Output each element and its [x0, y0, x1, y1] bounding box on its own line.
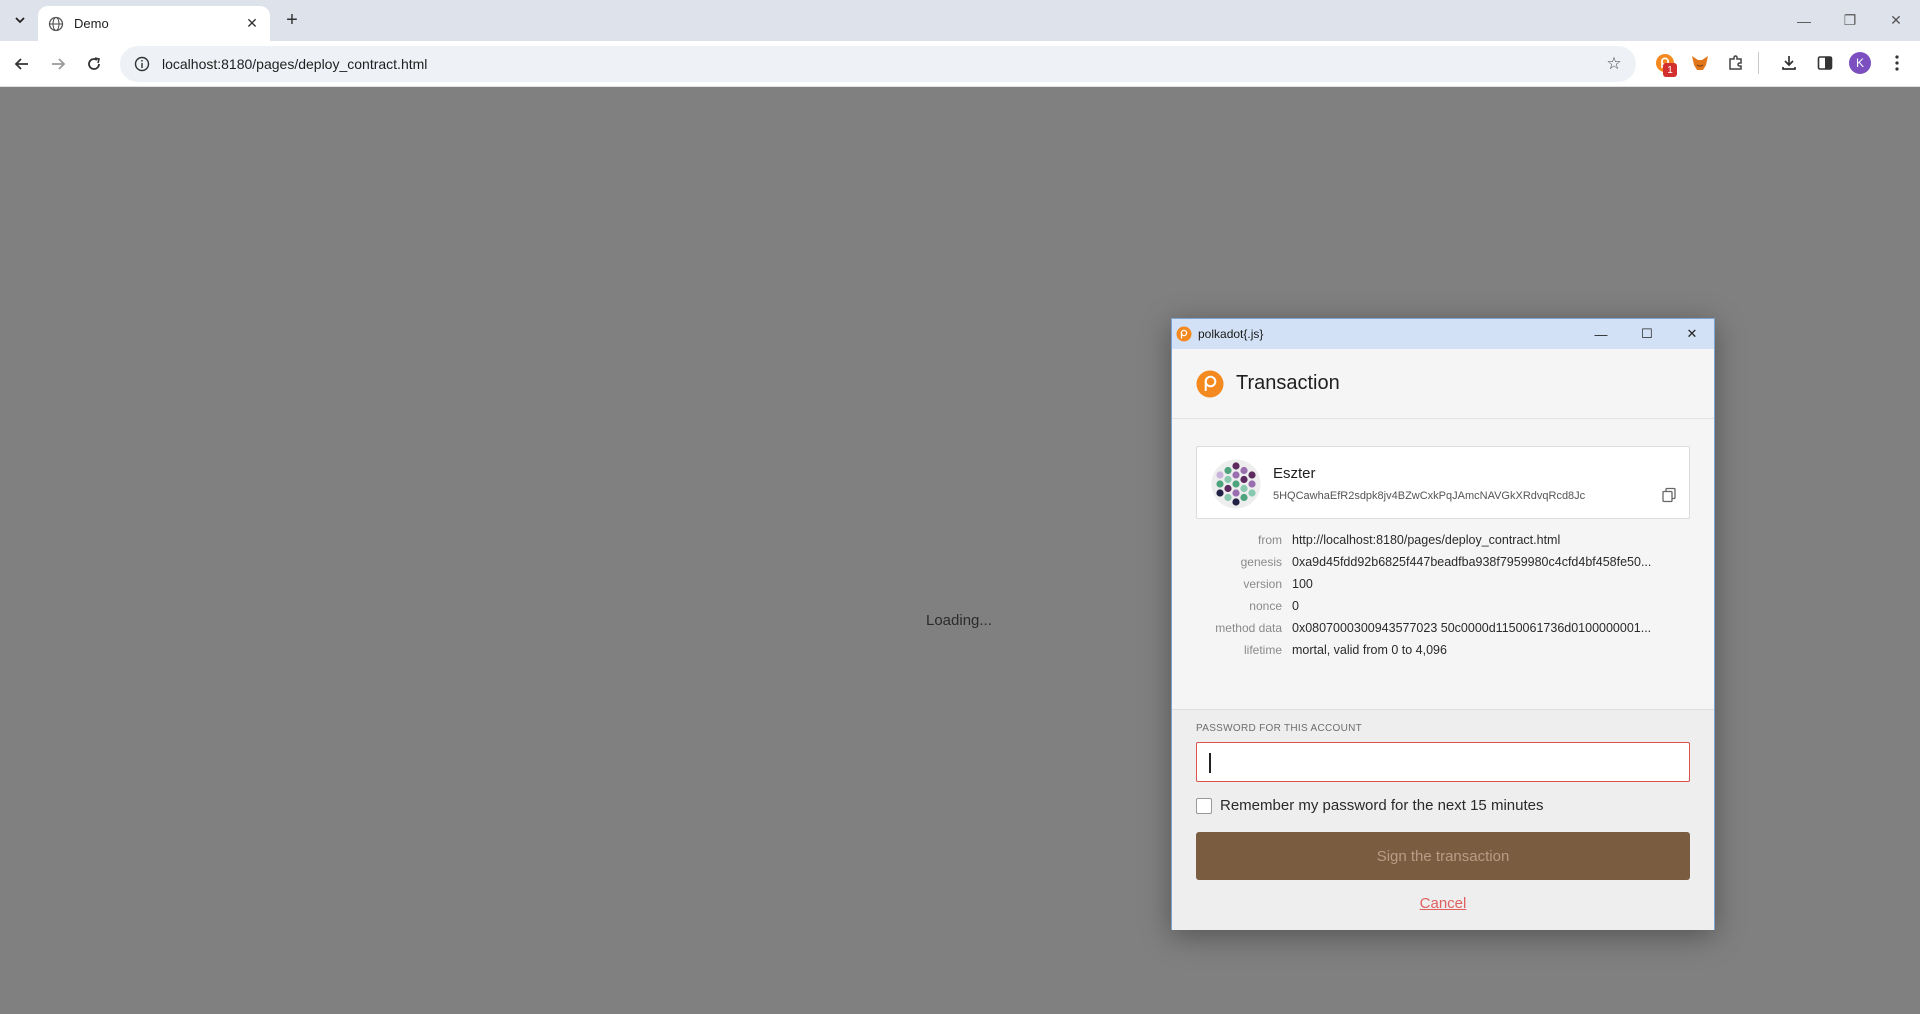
- cancel-link[interactable]: Cancel: [1172, 895, 1714, 912]
- remember-label: Remember my password for the next 15 min…: [1220, 797, 1544, 814]
- detail-row-from: from http://localhost:8180/pages/deploy_…: [1196, 529, 1696, 551]
- extensions-puzzle-icon[interactable]: [1723, 50, 1749, 76]
- close-tab-icon[interactable]: ✕: [244, 15, 260, 32]
- forward-icon[interactable]: [44, 50, 72, 78]
- detail-value: 0: [1292, 599, 1299, 613]
- tab-title: Demo: [74, 16, 109, 31]
- remember-password-option[interactable]: Remember my password for the next 15 min…: [1196, 797, 1543, 814]
- bookmark-star-icon[interactable]: ☆: [1604, 54, 1624, 74]
- address-bar[interactable]: localhost:8180/pages/deploy_contract.htm…: [120, 46, 1636, 82]
- polkadot-small-icon: [1176, 326, 1192, 342]
- account-name: Eszter: [1273, 465, 1316, 482]
- popup-titlebar: polkadot{.js} — ☐ ✕: [1172, 319, 1714, 349]
- password-field[interactable]: [1196, 742, 1690, 782]
- browser-menu-icon[interactable]: [1884, 50, 1910, 76]
- active-tab[interactable]: Demo ✕: [38, 6, 270, 41]
- polkadot-popup-window: polkadot{.js} — ☐ ✕ Transaction Eszter 5…: [1171, 318, 1715, 930]
- detail-value: http://localhost:8180/pages/deploy_contr…: [1292, 533, 1561, 547]
- sign-button-label: Sign the transaction: [1376, 847, 1510, 865]
- password-label: PASSWORD FOR THIS ACCOUNT: [1196, 723, 1363, 734]
- url-text: localhost:8180/pages/deploy_contract.htm…: [162, 56, 428, 72]
- site-info-icon[interactable]: [132, 54, 152, 74]
- account-card: Eszter 5HQCawhaEfR2sdpk8jv4BZwCxkPqJAmcN…: [1196, 446, 1690, 519]
- profile-avatar[interactable]: K: [1849, 52, 1871, 74]
- detail-label: lifetime: [1243, 643, 1282, 657]
- copy-icon[interactable]: [1661, 487, 1677, 503]
- new-tab-icon[interactable]: +: [280, 8, 304, 32]
- detail-value: 0xa9d45fdd92b6825f447beadfba938f7959980c…: [1292, 555, 1652, 569]
- popup-close-icon[interactable]: ✕: [1669, 319, 1715, 349]
- detail-label: genesis: [1240, 555, 1282, 569]
- sign-transaction-button[interactable]: Sign the transaction: [1196, 832, 1690, 880]
- detail-label: method data: [1215, 621, 1282, 635]
- signing-footer: PASSWORD FOR THIS ACCOUNT Remember my pa…: [1172, 709, 1714, 930]
- back-icon[interactable]: [8, 50, 36, 78]
- transaction-details: from http://localhost:8180/pages/deploy_…: [1196, 529, 1696, 661]
- globe-icon: [48, 16, 64, 31]
- popup-window-title: polkadot{.js}: [1198, 327, 1264, 341]
- detail-row-nonce: nonce 0: [1196, 595, 1696, 617]
- metamask-fox-icon[interactable]: [1687, 50, 1713, 76]
- detail-label: from: [1258, 533, 1282, 547]
- tab-strip: Demo ✕ + — ❐ ✕: [0, 0, 1920, 41]
- detail-row-method-data: method data 0x0807000300943577023 50c000…: [1196, 617, 1696, 639]
- close-window-icon[interactable]: ✕: [1873, 0, 1919, 41]
- detail-row-genesis: genesis 0xa9d45fdd92b6825f447beadfba938f…: [1196, 551, 1696, 573]
- detail-label: nonce: [1249, 599, 1282, 613]
- remember-checkbox[interactable]: [1196, 797, 1212, 814]
- side-panel-icon[interactable]: [1812, 50, 1838, 76]
- loading-text: Loading...: [926, 612, 992, 629]
- popup-maximize-icon[interactable]: ☐: [1624, 319, 1670, 349]
- detail-value: mortal, valid from 0 to 4,096: [1292, 643, 1447, 657]
- download-icon[interactable]: [1776, 50, 1802, 76]
- browser-toolbar: localhost:8180/pages/deploy_contract.htm…: [0, 41, 1920, 87]
- extension-badge: 1: [1663, 63, 1677, 77]
- reload-icon[interactable]: [80, 50, 108, 78]
- detail-label: version: [1243, 577, 1282, 591]
- polkadot-logo-icon: [1196, 370, 1224, 397]
- text-caret: [1209, 753, 1211, 773]
- detail-row-version: version 100: [1196, 573, 1696, 595]
- restore-window-icon[interactable]: ❐: [1827, 0, 1873, 41]
- popup-minimize-icon[interactable]: —: [1578, 319, 1624, 349]
- popup-header: Transaction: [1172, 349, 1714, 419]
- account-identicon: [1211, 459, 1261, 509]
- detail-row-lifetime: lifetime mortal, valid from 0 to 4,096: [1196, 639, 1696, 661]
- detail-value: 100: [1292, 577, 1313, 591]
- tab-search-chevron-icon[interactable]: [8, 8, 32, 32]
- toolbar-separator: [1758, 52, 1759, 74]
- page-title: Transaction: [1236, 372, 1340, 394]
- detail-value: 0x0807000300943577023 50c0000d1150061736…: [1292, 621, 1652, 635]
- account-address: 5HQCawhaEfR2sdpk8jv4BZwCxkPqJAmcNAVGkXRd…: [1273, 490, 1586, 502]
- minimize-window-icon[interactable]: —: [1781, 0, 1827, 41]
